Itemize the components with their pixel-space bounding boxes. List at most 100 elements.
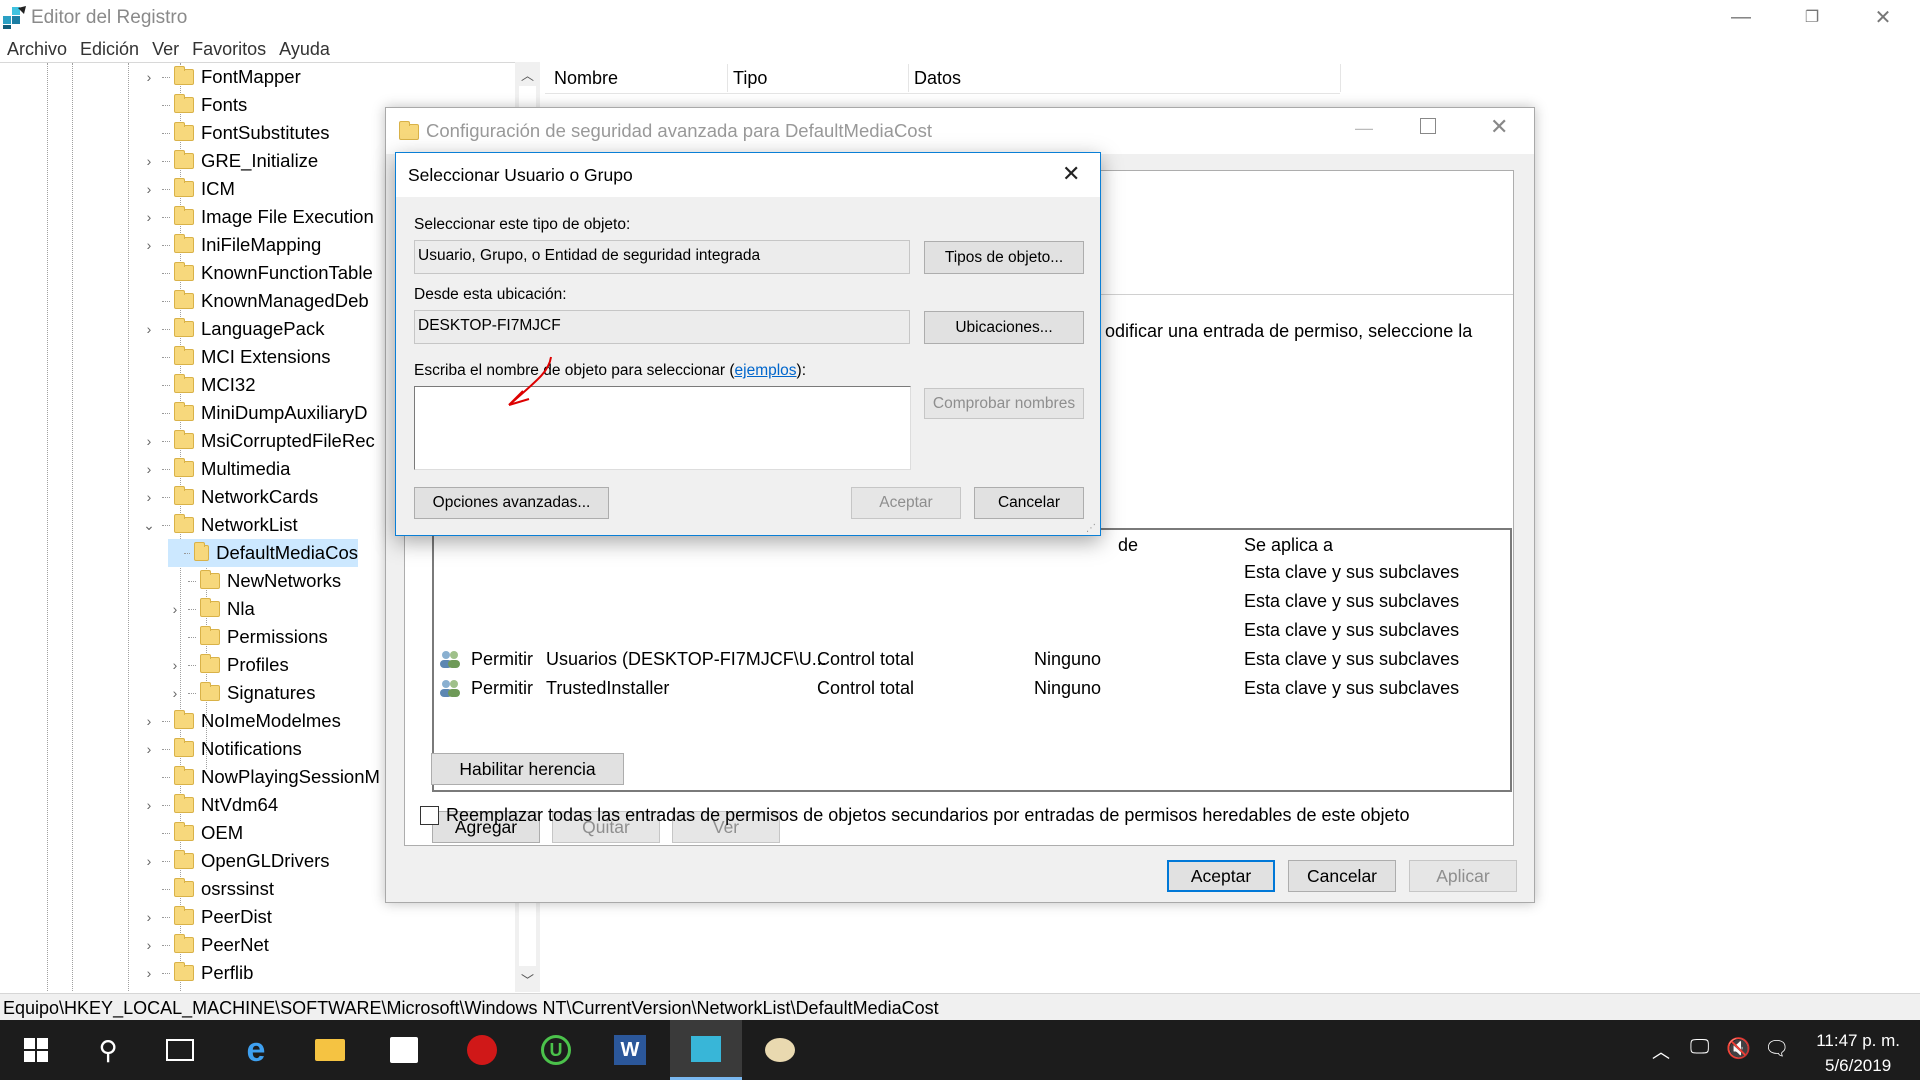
tree-item[interactable]: › Signatures (168, 679, 315, 707)
start-button[interactable] (0, 1020, 72, 1080)
ok-button[interactable]: Aceptar (1167, 860, 1275, 892)
tree-item[interactable]: ⌄ NetworkList (142, 511, 298, 539)
tree-item[interactable]: › NetworkCards (142, 483, 318, 511)
tree-item[interactable]: OEM (142, 819, 243, 847)
expand-chevron-icon[interactable]: › (142, 965, 156, 981)
tree-item[interactable]: MiniDumpAuxiliaryD (142, 399, 368, 427)
paint-button[interactable] (744, 1020, 816, 1080)
col-header-applies[interactable]: Se aplica a (1244, 535, 1333, 556)
tree-item[interactable]: › LanguagePack (142, 315, 324, 343)
tree-item[interactable]: › Notifications (142, 735, 302, 763)
examples-link[interactable]: ejemplos (735, 362, 797, 379)
tree-item[interactable]: › ICM (142, 175, 235, 203)
expand-chevron-icon[interactable]: › (142, 489, 156, 505)
col-header-inherited[interactable]: de (1118, 535, 1138, 556)
clock[interactable]: 11:47 p. m. 5/6/2019 (1816, 1028, 1900, 1078)
scroll-up-arrow-icon[interactable]: ︿ (515, 62, 540, 84)
expand-chevron-icon[interactable]: › (142, 909, 156, 925)
tree-item[interactable]: › IniFileMapping (142, 231, 321, 259)
tree-item[interactable]: › PeerNet (142, 931, 269, 959)
edge-button[interactable]: e (220, 1020, 292, 1080)
tree-item[interactable]: KnownFunctionTable (142, 259, 373, 287)
tree-item[interactable]: NewNetworks (168, 567, 341, 595)
object-name-input[interactable] (414, 386, 911, 470)
tree-item[interactable]: › GRE_Initialize (142, 147, 318, 175)
expand-chevron-icon[interactable]: › (142, 713, 156, 729)
show-hidden-icons[interactable]: ︿ (1652, 1038, 1670, 1064)
tree-item[interactable]: › Perflib (142, 959, 253, 987)
permission-entry-row[interactable]: Permitir Usuarios (DESKTOP-FI7MJCF\U... … (434, 645, 1510, 673)
expand-chevron-icon[interactable]: › (142, 797, 156, 813)
tree-item[interactable]: › MsiCorruptedFileRec (142, 427, 375, 455)
expand-chevron-icon[interactable]: › (142, 741, 156, 757)
permission-entry-row[interactable]: Permitir TrustedInstaller Control total … (434, 674, 1510, 702)
tree-item[interactable]: KnownManagedDeb (142, 287, 369, 315)
word-button[interactable]: W (594, 1020, 666, 1080)
expand-chevron-icon[interactable]: › (142, 69, 156, 85)
col-header-data[interactable]: Datos (914, 68, 961, 89)
expand-chevron-icon[interactable]: › (142, 461, 156, 477)
network-icon[interactable]: 🖵 (1690, 1036, 1709, 1059)
expand-chevron-icon[interactable]: › (142, 181, 156, 197)
tree-item[interactable]: › Nla (168, 595, 255, 623)
restore-button[interactable]: ❐ (1783, 0, 1841, 34)
tree-item[interactable]: DefaultMediaCos (168, 539, 358, 567)
menu-edicion[interactable]: Edición (73, 34, 145, 62)
close-icon[interactable]: ✕ (1490, 114, 1508, 140)
menu-ver[interactable]: Ver (145, 34, 185, 62)
tree-item[interactable]: › Image File Execution (142, 203, 374, 231)
locations-button[interactable]: Ubicaciones... (924, 311, 1084, 344)
replace-children-checkbox[interactable] (420, 806, 439, 825)
ok-button[interactable]: Aceptar (851, 487, 961, 519)
expand-chevron-icon[interactable]: › (142, 937, 156, 953)
expand-chevron-icon[interactable]: › (168, 657, 182, 673)
minimize-icon[interactable]: — (1355, 118, 1373, 139)
menu-favoritos[interactable]: Favoritos (185, 34, 272, 62)
tree-item[interactable]: MCI Extensions (142, 343, 331, 371)
expand-chevron-icon[interactable]: › (142, 321, 156, 337)
expand-chevron-icon[interactable]: › (142, 237, 156, 253)
resize-grip-icon[interactable]: ⋰ (1086, 523, 1098, 535)
expand-chevron-icon[interactable]: › (142, 153, 156, 169)
collapse-chevron-icon[interactable]: ⌄ (142, 517, 156, 534)
scroll-down-arrow-icon[interactable]: ﹀ (515, 968, 540, 990)
enable-inheritance-button[interactable]: Habilitar herencia (431, 753, 624, 785)
tree-item[interactable]: MCI32 (142, 371, 256, 399)
object-types-button[interactable]: Tipos de objeto... (924, 241, 1084, 274)
col-header-type[interactable]: Tipo (733, 68, 767, 89)
col-divider[interactable] (1340, 64, 1341, 92)
file-explorer-button[interactable] (294, 1020, 366, 1080)
tree-item[interactable]: › Multimedia (142, 455, 290, 483)
store-button[interactable] (368, 1020, 440, 1080)
col-divider[interactable] (727, 64, 728, 92)
task-view-button[interactable] (144, 1020, 216, 1080)
close-icon[interactable]: ✕ (1062, 161, 1080, 187)
check-names-button[interactable]: Comprobar nombres (924, 388, 1084, 419)
menu-ayuda[interactable]: Ayuda (272, 34, 336, 62)
tree-item[interactable]: › NoImeModelmes (142, 707, 341, 735)
close-button[interactable]: ✕ (1854, 0, 1912, 34)
tree-item[interactable]: osrssinst (142, 875, 274, 903)
tree-item[interactable]: › NtVdm64 (142, 791, 278, 819)
maximize-icon[interactable] (1420, 118, 1436, 134)
tree-item[interactable]: › FontMapper (142, 63, 301, 91)
cancel-button[interactable]: Cancelar (974, 487, 1084, 519)
expand-chevron-icon[interactable]: › (142, 433, 156, 449)
tree-item[interactable]: Fonts (142, 91, 247, 119)
tree-item[interactable]: › PeerDist (142, 903, 272, 931)
expand-chevron-icon[interactable]: › (168, 601, 182, 617)
green-app-button[interactable]: U (520, 1020, 592, 1080)
action-center-icon[interactable]: 🗨 (1764, 1036, 1789, 1061)
volume-muted-icon[interactable]: 🔇 (1726, 1036, 1751, 1061)
minimize-button[interactable]: — (1712, 0, 1770, 34)
apply-button[interactable]: Aplicar (1409, 860, 1517, 892)
tree-item[interactable]: FontSubstitutes (142, 119, 330, 147)
advanced-options-button[interactable]: Opciones avanzadas... (414, 487, 609, 519)
cancel-button[interactable]: Cancelar (1288, 860, 1396, 892)
col-divider[interactable] (908, 64, 909, 92)
menu-archivo[interactable]: Archivo (0, 34, 73, 62)
red-app-button[interactable] (446, 1020, 518, 1080)
expand-chevron-icon[interactable]: › (168, 685, 182, 701)
regedit-taskbar-button[interactable] (670, 1020, 742, 1080)
tree-item[interactable]: › Profiles (168, 651, 289, 679)
